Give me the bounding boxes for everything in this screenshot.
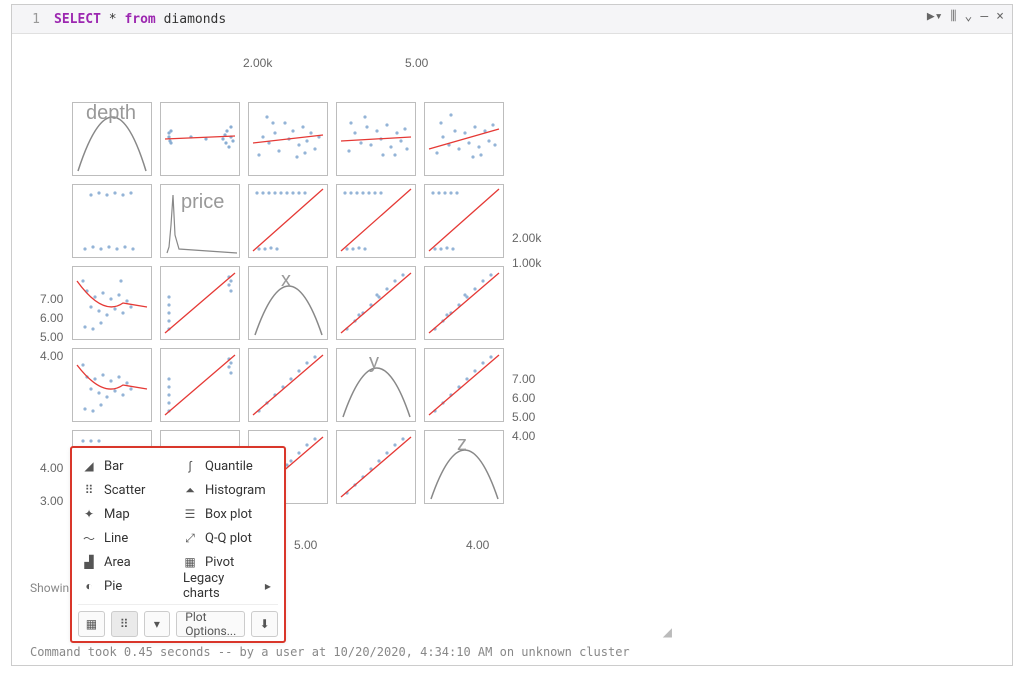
axis-tick-l5-1: 4.00 xyxy=(40,461,63,475)
splom-cell-3-2 xyxy=(248,348,328,422)
chart-dropdown-button[interactable]: ▾ xyxy=(144,611,171,637)
axis-tick-l3-4: 4.00 xyxy=(40,349,63,363)
notebook-cell: 1 SELECT * from diamonds ▶▾ ⫼ ⌄ – × 2.00… xyxy=(11,4,1013,666)
axis-tick-b-1: 5.00 xyxy=(294,538,317,552)
chart-icon: ⠿ xyxy=(120,617,129,631)
axis-tick-top-1: 2.00k xyxy=(243,56,272,70)
splom-cell-3-3: y xyxy=(336,348,416,422)
axis-tick-r2-1: 2.00k xyxy=(512,231,541,245)
histogram-icon: ⏶ xyxy=(183,483,197,498)
code-editor[interactable]: 1 SELECT * from diamonds ▶▾ ⫼ ⌄ – × xyxy=(12,5,1012,34)
sql-keyword-from: from xyxy=(124,12,155,27)
chart-type-area[interactable]: ▟Area xyxy=(78,550,177,574)
output-area: 2.00k 5.00 depth xyxy=(12,34,1012,504)
chart-type-menu: ◢Bar ⠿Scatter ✦Map 〜Line ▟Area ◐Pie ∫Qua… xyxy=(70,446,286,643)
expand-icon[interactable]: ⌄ xyxy=(965,9,973,24)
splom-cell-0-3 xyxy=(336,102,416,176)
bar-icon: ◢ xyxy=(82,459,96,473)
chart-view-icon[interactable]: ⫼ xyxy=(951,9,957,24)
line-icon: 〜 xyxy=(82,530,96,547)
splom-cell-2-2: x xyxy=(248,266,328,340)
chart-type-bar[interactable]: ◢Bar xyxy=(78,454,177,478)
splom-cell-3-4 xyxy=(424,348,504,422)
showing-truncated-label: Showin xyxy=(30,581,69,595)
pivot-icon: ▦ xyxy=(183,555,197,569)
splom-cell-1-3 xyxy=(336,184,416,258)
chart-type-scatter[interactable]: ⠿Scatter xyxy=(78,478,177,502)
sql-table-name: diamonds xyxy=(164,12,227,27)
qq-icon: ⤢ xyxy=(183,531,197,546)
chart-type-legacy[interactable]: Legacy charts▸ xyxy=(179,574,278,598)
axis-tick-r4-2: 6.00 xyxy=(512,391,535,405)
command-status: Command took 0.45 seconds -- by a user a… xyxy=(30,645,630,659)
axis-tick-r4-1: 7.00 xyxy=(512,372,535,386)
resize-handle[interactable]: ◢ xyxy=(663,625,672,639)
splom-cell-4-4: z xyxy=(424,430,504,504)
table-view-button[interactable]: ▦ xyxy=(78,611,105,637)
pie-icon: ◐ xyxy=(82,579,96,593)
axis-tick-r4-3: 5.00 xyxy=(512,410,535,424)
splom-cell-3-1 xyxy=(160,348,240,422)
minimize-icon[interactable]: – xyxy=(980,9,988,24)
splom-cell-3-0 xyxy=(72,348,152,422)
splom-cell-1-4 xyxy=(424,184,504,258)
splom-cell-0-1 xyxy=(160,102,240,176)
close-icon[interactable]: × xyxy=(996,9,1004,24)
axis-tick-b-2: 4.00 xyxy=(466,538,489,552)
splom-cell-0-4 xyxy=(424,102,504,176)
quantile-icon: ∫ xyxy=(183,459,197,473)
splom-cell-2-3 xyxy=(336,266,416,340)
splom-cell-1-1: price xyxy=(160,184,240,258)
axis-tick-r4-4: 4.00 xyxy=(512,429,535,443)
run-cell-icon[interactable]: ▶▾ xyxy=(927,9,943,24)
splom-cell-1-2 xyxy=(248,184,328,258)
sql-keyword-select: SELECT xyxy=(54,12,101,27)
axis-tick-l3-1: 7.00 xyxy=(40,292,63,306)
cell-toolbar: ▶▾ ⫼ ⌄ – × xyxy=(927,9,1004,24)
chart-type-pie[interactable]: ◐Pie xyxy=(78,574,177,598)
splom-cell-2-0 xyxy=(72,266,152,340)
chart-type-line[interactable]: 〜Line xyxy=(78,526,177,550)
chart-type-qq[interactable]: ⤢Q-Q plot xyxy=(179,526,278,550)
chart-type-quantile[interactable]: ∫Quantile xyxy=(179,454,278,478)
scatter-matrix: depth xyxy=(72,102,1012,504)
splom-cell-4-3 xyxy=(336,430,416,504)
splom-cell-0-2 xyxy=(248,102,328,176)
splom-cell-1-0 xyxy=(72,184,152,258)
axis-tick-top-2: 5.00 xyxy=(405,56,428,70)
chart-type-histogram[interactable]: ⏶Histogram xyxy=(179,478,278,502)
splom-cell-2-4 xyxy=(424,266,504,340)
area-icon: ▟ xyxy=(82,555,96,569)
chevron-right-icon: ▸ xyxy=(262,579,274,593)
boxplot-icon: ☰ xyxy=(183,507,197,521)
line-number: 1 xyxy=(18,12,40,27)
axis-tick-l3-3: 5.00 xyxy=(40,330,63,344)
axis-tick-r2-2: 1.00k xyxy=(512,256,541,270)
splom-cell-0-0: depth xyxy=(72,102,152,176)
plot-options-button[interactable]: Plot Options... xyxy=(176,611,245,637)
axis-tick-l3-2: 6.00 xyxy=(40,311,63,325)
splom-cell-2-1 xyxy=(160,266,240,340)
table-icon: ▦ xyxy=(86,617,97,631)
chart-type-map[interactable]: ✦Map xyxy=(78,502,177,526)
axis-tick-l5-2: 3.00 xyxy=(40,494,63,508)
download-button[interactable]: ⬇ xyxy=(251,611,278,637)
chart-view-button[interactable]: ⠿ xyxy=(111,611,138,637)
chart-type-boxplot[interactable]: ☰Box plot xyxy=(179,502,278,526)
map-icon: ✦ xyxy=(82,507,96,521)
download-icon: ⬇ xyxy=(260,617,270,631)
caret-down-icon: ▾ xyxy=(154,617,160,631)
scatter-icon: ⠿ xyxy=(82,483,96,497)
